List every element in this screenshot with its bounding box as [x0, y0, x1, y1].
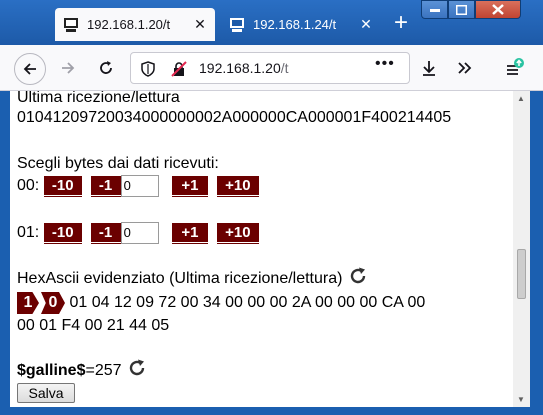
last-read-label: Ultima ricezione/lettura — [17, 91, 180, 106]
overflow-menu-button[interactable] — [449, 52, 481, 84]
plus1-button[interactable]: +1 — [171, 223, 208, 243]
tab-active[interactable]: 192.168.1.20/t ✕ — [55, 8, 215, 41]
hexascii-heading: HexAscii evidenziato (Ultima ricezione/l… — [17, 267, 367, 290]
page-content: Ultima ricezione/lettura 010412097200340… — [10, 91, 527, 407]
hex-bytes: 01 04 12 09 72 00 34 00 00 00 2A 00 00 0… — [69, 294, 426, 312]
minus10-button[interactable]: -10 — [43, 176, 82, 196]
plus1-button[interactable]: +1 — [171, 176, 208, 196]
navigation-bar: 192.168.1.20/t ••• — [0, 45, 543, 91]
url-text[interactable]: 192.168.1.20/t — [199, 60, 289, 76]
minus1-button[interactable]: -1 — [90, 176, 121, 196]
maximize-button[interactable] — [448, 0, 475, 19]
url-bar[interactable]: 192.168.1.20/t ••• — [130, 52, 410, 84]
close-tab-icon[interactable]: ✕ — [191, 16, 209, 33]
scrollbar-thumb[interactable] — [517, 249, 526, 299]
scroll-down-icon[interactable]: ▼ — [517, 395, 525, 404]
insecure-lock-icon[interactable] — [171, 61, 187, 82]
tab-title: 192.168.1.20/t — [87, 17, 171, 32]
choose-bytes-label: Scegli bytes dai dati ricevuti: — [17, 155, 219, 172]
save-button[interactable]: Salva — [17, 383, 75, 403]
title-bar: 192.168.1.20/t ✕ 192.168.1.24/t ✕ + — [0, 0, 543, 45]
tab-inactive[interactable]: 192.168.1.24/t ✕ — [221, 8, 381, 41]
hamburger-update-icon — [507, 58, 524, 75]
byte-value-input[interactable]: 0 — [120, 175, 159, 197]
new-tab-button[interactable]: + — [389, 10, 413, 36]
hexascii-line-2: 00 01 F4 00 21 44 05 — [17, 317, 170, 334]
downloads-button[interactable] — [413, 52, 445, 84]
server-icon — [63, 17, 79, 33]
minus1-button[interactable]: -1 — [90, 223, 121, 243]
chevron-double-right-icon — [458, 62, 472, 74]
forward-button[interactable] — [52, 52, 84, 84]
plus10-button[interactable]: +10 — [216, 176, 259, 196]
row-label: 00: — [17, 177, 40, 195]
variable-line: $galline$=257 — [17, 359, 146, 382]
back-arrow-icon — [23, 63, 36, 75]
variable-name: $galline$ — [17, 362, 86, 379]
hex-badge: 0 — [41, 292, 65, 314]
close-window-button[interactable] — [475, 0, 521, 19]
refresh-icon[interactable] — [128, 359, 146, 382]
refresh-icon[interactable] — [349, 267, 367, 290]
page-actions-menu[interactable]: ••• — [375, 55, 395, 73]
hex-badge: 1 — [17, 292, 39, 314]
hexascii-line-1: 10 01 04 12 09 72 00 34 00 00 00 2A 00 0… — [17, 292, 425, 314]
scroll-up-icon[interactable]: ▲ — [517, 94, 525, 103]
row-label: 01: — [17, 224, 40, 242]
minimize-button[interactable] — [421, 0, 448, 19]
byte-value-input[interactable]: 0 — [120, 222, 159, 244]
server-icon — [229, 17, 245, 33]
minus10-button[interactable]: -10 — [43, 223, 82, 243]
reload-icon — [100, 61, 112, 74]
close-tab-icon[interactable]: ✕ — [357, 16, 375, 33]
app-menu-button[interactable] — [498, 52, 530, 84]
byte-row-01: 01: -10 -1 0 +1 +10 — [17, 222, 259, 244]
shield-icon[interactable] — [141, 61, 155, 82]
vertical-scrollbar[interactable]: ▲ ▼ — [513, 91, 530, 407]
reload-button[interactable] — [90, 52, 122, 84]
download-icon — [423, 61, 435, 76]
back-button[interactable] — [14, 53, 46, 85]
last-read-value: 01041209720034000000002A000000CA000001F4… — [17, 109, 452, 126]
plus10-button[interactable]: +10 — [216, 223, 259, 243]
forward-arrow-icon — [62, 62, 75, 74]
byte-row-00: 00: -10 -1 0 +1 +10 — [17, 175, 259, 197]
variable-value: =257 — [85, 362, 122, 379]
hexascii-label: HexAscii evidenziato (Ultima ricezione/l… — [17, 270, 343, 287]
tab-title: 192.168.1.24/t — [253, 17, 337, 32]
